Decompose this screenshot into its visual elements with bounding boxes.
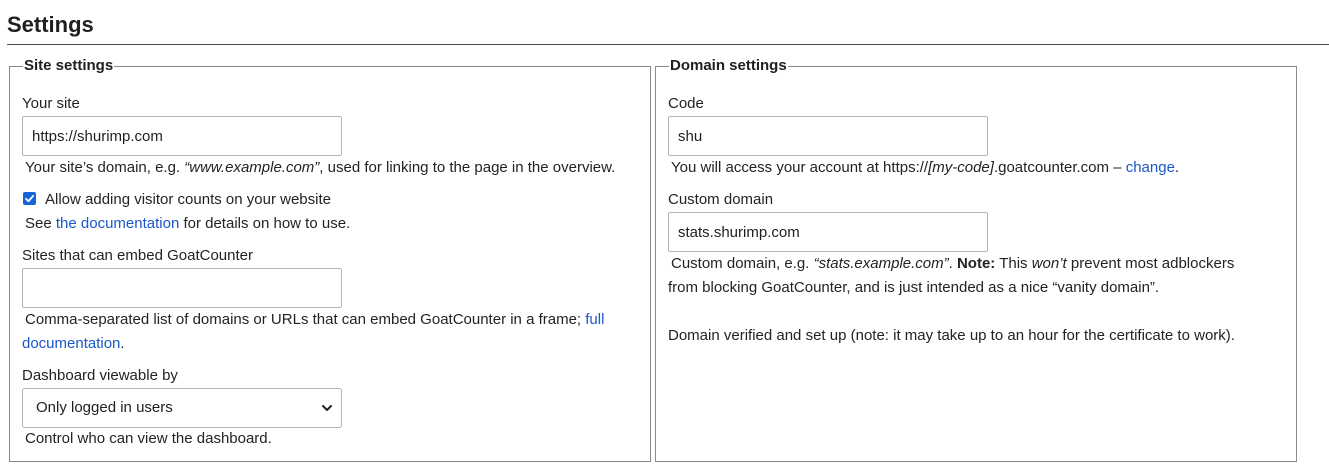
settings-page: Settings Site settings Your site Your si… [0, 0, 1329, 472]
custom-domain-label: Custom domain [668, 191, 774, 208]
allow-counter-label[interactable]: Allow adding visitor counts on your webs… [45, 190, 331, 210]
embed-help: Comma-separated list of domains or URLs … [25, 311, 605, 328]
embed-sites-input[interactable] [22, 268, 342, 308]
dashboard-label: Dashboard viewable by [22, 367, 178, 384]
your-site-label: Your site [22, 95, 80, 112]
code-input[interactable] [668, 116, 988, 156]
embed-label: Sites that can embed GoatCounter [22, 247, 253, 264]
custom-domain-input[interactable] [668, 212, 988, 252]
code-help: You will access your account at https://… [671, 159, 1180, 176]
change-code-link[interactable]: change [1126, 159, 1175, 176]
chevron-down-icon [322, 405, 332, 411]
documentation-link[interactable]: the documentation [56, 215, 179, 232]
dashboard-help: Control who can view the dashboard. [25, 430, 272, 447]
code-label: Code [668, 95, 704, 112]
full-documentation-link[interactable]: full [585, 311, 604, 328]
custom-domain-help-line2: from blocking GoatCounter, and is just i… [668, 279, 1160, 296]
your-site-help: Your site’s domain, e.g. “www.example.co… [25, 159, 616, 176]
embed-help-line2: documentation. [22, 335, 125, 352]
domain-status-text: Domain verified and set up (note: it may… [668, 327, 1235, 344]
allow-counter-help: See the documentation for details on how… [25, 215, 351, 232]
your-site-input[interactable] [22, 116, 342, 156]
dashboard-viewable-select[interactable]: Only logged in users [22, 388, 342, 428]
title-divider [7, 44, 1329, 45]
dashboard-selected-value: Only logged in users [36, 399, 173, 416]
domain-settings-legend: Domain settings [669, 57, 788, 75]
full-documentation-link-cont[interactable]: documentation [22, 335, 120, 352]
site-settings-fieldset: Site settings Your site Your site’s doma… [9, 57, 651, 462]
allow-counter-checkbox[interactable] [23, 192, 36, 205]
checkmark-icon [25, 194, 35, 203]
domain-settings-fieldset: Domain settings Code You will access you… [655, 57, 1297, 462]
custom-domain-help: Custom domain, e.g. “stats.example.com”.… [671, 255, 1235, 272]
page-title: Settings [7, 12, 94, 37]
site-settings-legend: Site settings [23, 57, 115, 75]
